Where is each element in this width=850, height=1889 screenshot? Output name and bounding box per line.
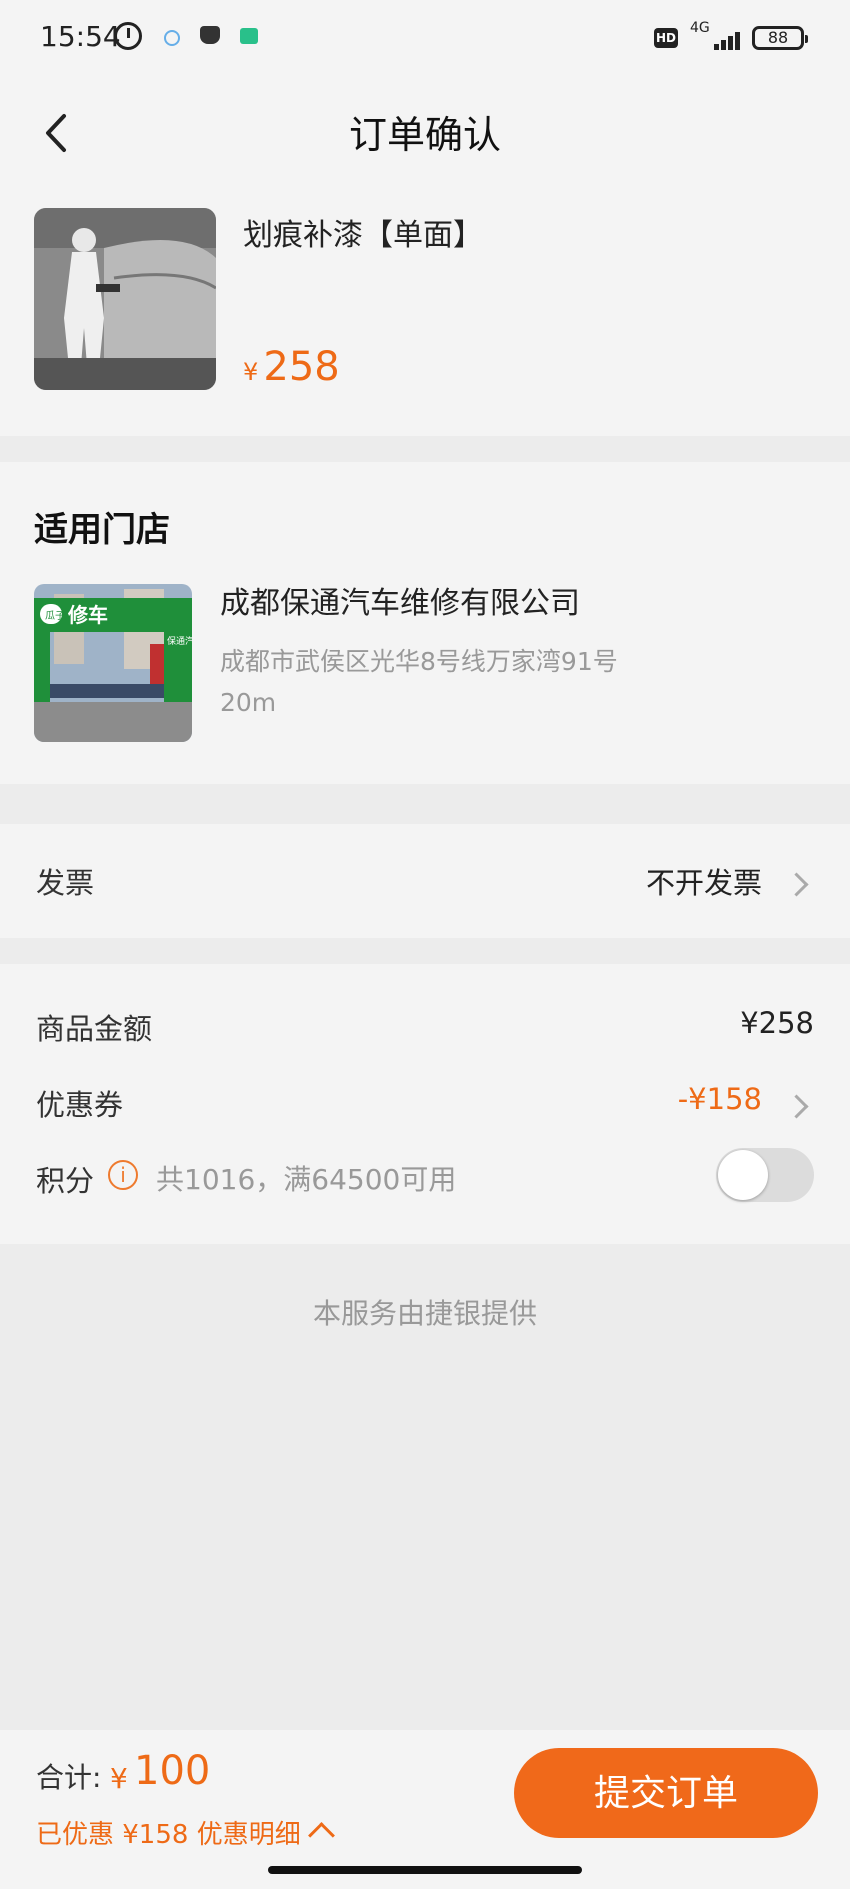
discount-detail-link[interactable]: 已优惠 ¥158 优惠明细 [36, 1814, 301, 1851]
alarm-icon [114, 22, 142, 50]
product-image [34, 208, 216, 390]
product-card[interactable]: 划痕补漆【单面】 ¥ 258 [0, 188, 850, 436]
signal-icon [700, 26, 740, 50]
invoice-row[interactable]: 发票 不开发票 [0, 824, 850, 938]
battery-icon: 88 [752, 26, 808, 50]
product-title: 划痕补漆【单面】 [243, 218, 483, 253]
points-toggle[interactable] [716, 1148, 814, 1202]
coupon-value: -¥158 [677, 1082, 762, 1116]
product-price: ¥ 258 [243, 344, 340, 390]
total-label: 合计: [36, 1761, 102, 1794]
app-notification-icon [200, 26, 220, 44]
store-sign-text: 瓜子 [45, 610, 65, 622]
points-label: 积分 [36, 1164, 95, 1198]
info-icon[interactable]: i [108, 1160, 138, 1190]
provider-note: 本服务由捷银提供 [312, 1297, 537, 1330]
chevron-right-icon [784, 872, 809, 897]
chevron-up-icon[interactable] [308, 1822, 335, 1849]
store-card[interactable]: 适用门店 瓜子 修车 保通汽修 成都保通汽车维修有限公司 成都市武侯区光华8号线… [0, 462, 850, 784]
store-distance: 20m [220, 688, 277, 717]
app-notification-icon [164, 30, 180, 46]
store-image: 瓜子 修车 保通汽修 [34, 584, 192, 742]
currency-symbol: ¥ [243, 358, 259, 386]
store-address: 成都市武侯区光华8号线万家湾91号 [220, 647, 618, 676]
toggle-knob [718, 1150, 768, 1200]
total-value: 100 [134, 1748, 211, 1794]
goods-amount-label: 商品金额 [36, 1012, 153, 1046]
chevron-right-icon [784, 1094, 809, 1119]
coupon-label: 优惠券 [36, 1088, 124, 1122]
message-icon [240, 28, 258, 44]
store-sign-text: 修车 [67, 603, 108, 627]
store-name: 成都保通汽车维修有限公司 [220, 586, 580, 621]
submit-order-button[interactable]: 提交订单 [514, 1748, 818, 1838]
status-bar: 15:54 HD 4G 88 [0, 0, 850, 78]
page-title: 订单确认 [348, 113, 501, 157]
points-note: 共1016，满64500可用 [156, 1163, 457, 1196]
amount-summary: 商品金额 ¥258 优惠券 -¥158 积分 i 共1016，满64500可用 [0, 964, 850, 1244]
goods-amount-value: ¥258 [740, 1006, 814, 1040]
bottom-bar: 合计: ¥ 100 已优惠 ¥158 优惠明细 提交订单 [0, 1730, 850, 1889]
price-value: 258 [263, 344, 340, 390]
home-indicator[interactable] [268, 1866, 582, 1874]
hd-icon: HD [654, 28, 678, 48]
store-sign-text: 保通汽修 [167, 635, 192, 647]
total-currency: ¥ [110, 1762, 128, 1795]
invoice-label: 发票 [36, 866, 95, 900]
nav-bar: 订单确认 [0, 78, 850, 188]
invoice-value: 不开发票 [645, 866, 762, 900]
store-heading: 适用门店 [34, 510, 170, 550]
status-time: 15:54 [40, 20, 121, 53]
